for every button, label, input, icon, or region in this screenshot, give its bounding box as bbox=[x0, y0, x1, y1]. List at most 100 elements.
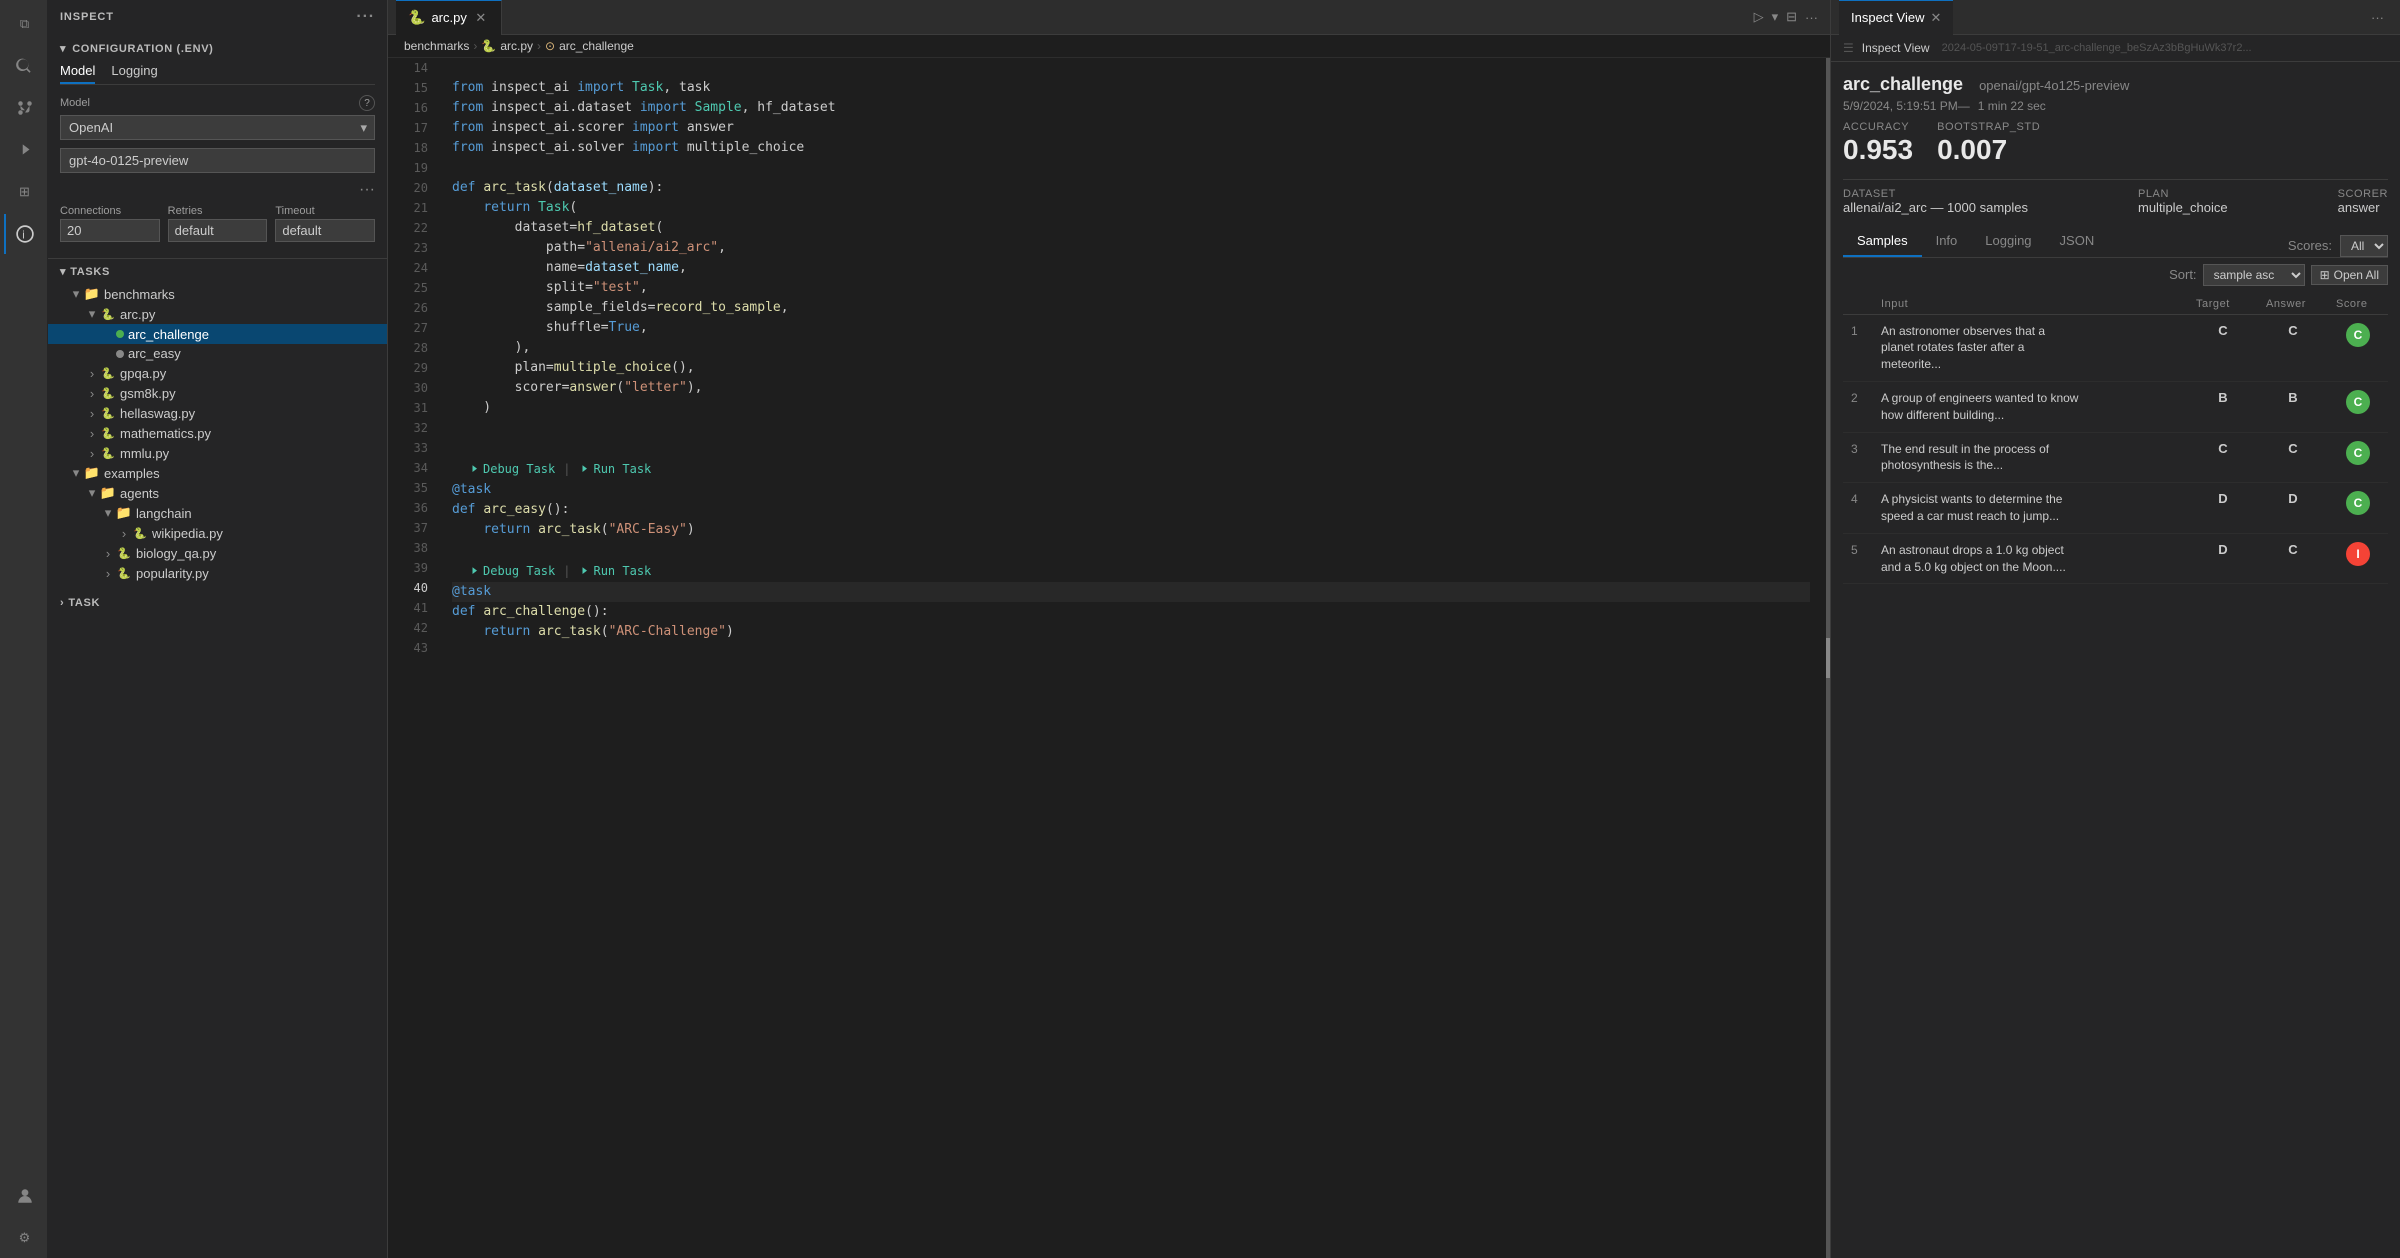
run-task-link[interactable]: Run Task bbox=[578, 460, 651, 478]
retries-input[interactable] bbox=[168, 219, 268, 242]
editor-area: 🐍 arc.py ✕ ▷ ▾ ⊟ ··· benchmarks › 🐍 arc.… bbox=[388, 0, 1830, 1258]
source-control-icon[interactable] bbox=[4, 88, 44, 128]
tree-item-examples[interactable]: ▾ 📁 examples bbox=[48, 463, 387, 483]
ln-15: 15 bbox=[396, 78, 428, 98]
tree-item-biology[interactable]: › 🐍 biology_qa.py bbox=[48, 543, 387, 563]
code-line-40: @task bbox=[452, 582, 1810, 602]
hamburger-icon[interactable]: ☰ bbox=[1843, 41, 1854, 55]
task-section-header[interactable]: › TASK bbox=[48, 591, 387, 615]
connections-input[interactable] bbox=[60, 219, 160, 242]
eval-name: arc_challenge bbox=[1843, 74, 1963, 95]
file-expand-icon: ▾ bbox=[84, 306, 100, 322]
run-task-icon[interactable]: ▷ bbox=[363, 326, 379, 342]
row-num: 5 bbox=[1851, 543, 1858, 557]
breadcrumb-arc-py[interactable]: arc.py bbox=[500, 39, 533, 53]
model-help-icon[interactable]: ? bbox=[359, 95, 375, 111]
inspect-active-icon[interactable]: i bbox=[4, 214, 44, 254]
line-numbers: 14 15 16 17 18 19 20 21 22 23 24 25 26 2… bbox=[388, 58, 436, 1258]
split-editor-icon[interactable]: ⊟ bbox=[1782, 7, 1801, 27]
scores-row: Scores: All bbox=[2288, 235, 2388, 257]
extensions-icon[interactable]: ⊞ bbox=[4, 172, 44, 212]
code-lines[interactable]: from inspect_ai import Task, task from i… bbox=[436, 58, 1826, 1258]
sample-target: D bbox=[2188, 483, 2258, 534]
ln-23: 23 bbox=[396, 238, 428, 258]
breadcrumb-arc-challenge[interactable]: arc_challenge bbox=[559, 39, 634, 53]
tree-item-benchmarks[interactable]: ▾ 📁 benchmarks bbox=[48, 284, 387, 304]
sub-tab-logging[interactable]: Logging bbox=[1971, 227, 2045, 257]
tasks-header[interactable]: ▾ TASKS bbox=[48, 259, 387, 284]
score-badge: C bbox=[2346, 441, 2370, 465]
tab-model[interactable]: Model bbox=[60, 63, 95, 84]
code-line-24: name=dataset_name, bbox=[452, 258, 1810, 278]
user-icon[interactable] bbox=[4, 1176, 44, 1216]
configure-icon[interactable]: ⚙ bbox=[343, 326, 359, 342]
inspect-view-tab[interactable]: Inspect View ✕ bbox=[1839, 0, 1953, 35]
tree-item-agents[interactable]: ▾ 📁 agents bbox=[48, 483, 387, 503]
sample-target: D bbox=[2188, 533, 2258, 584]
run-debug-icon[interactable] bbox=[4, 130, 44, 170]
tree-item-hellaswag[interactable]: › 🐍 hellaswag.py bbox=[48, 403, 387, 423]
ln-27: 27 bbox=[396, 318, 428, 338]
timeout-input[interactable] bbox=[275, 219, 375, 242]
table-row[interactable]: 2 A group of engineers wanted to know ho… bbox=[1843, 381, 2388, 432]
tree-item-gsm8k[interactable]: › 🐍 gsm8k.py bbox=[48, 383, 387, 403]
inspect-tab-close-icon[interactable]: ✕ bbox=[1930, 10, 1941, 26]
search-icon[interactable] bbox=[4, 46, 44, 86]
gpqa-file-icon: 🐍 bbox=[100, 365, 116, 381]
sub-tab-json[interactable]: JSON bbox=[2046, 227, 2109, 257]
tree-label-gsm8k: gsm8k.py bbox=[120, 386, 176, 401]
table-row[interactable]: 1 An astronomer observes that a planet r… bbox=[1843, 314, 2388, 381]
sidebar-more-icon[interactable]: ··· bbox=[356, 8, 375, 26]
sub-tab-info[interactable]: Info bbox=[1922, 227, 1972, 257]
tree-item-mathematics[interactable]: › 🐍 mathematics.py bbox=[48, 423, 387, 443]
debug-task-link[interactable]: Debug Task bbox=[468, 460, 555, 478]
model-select[interactable]: OpenAI bbox=[60, 115, 375, 140]
tree-item-gpqa[interactable]: › 🐍 gpqa.py bbox=[48, 363, 387, 383]
run-button[interactable]: ▷ bbox=[1750, 7, 1768, 27]
tree-item-mmlu[interactable]: › 🐍 mmlu.py bbox=[48, 443, 387, 463]
code-line-26: sample_fields=record_to_sample, bbox=[452, 298, 1810, 318]
ln-26: 26 bbox=[396, 298, 428, 318]
table-row[interactable]: 3 The end result in the process of photo… bbox=[1843, 432, 2388, 483]
tree-item-popularity[interactable]: › 🐍 popularity.py bbox=[48, 563, 387, 583]
inspect-tab-label: Inspect View bbox=[1851, 10, 1924, 25]
debug-task-link2[interactable]: Debug Task bbox=[468, 562, 555, 580]
breadcrumb-benchmarks[interactable]: benchmarks bbox=[404, 39, 469, 53]
table-row[interactable]: 4 A physicist wants to determine the spe… bbox=[1843, 483, 2388, 534]
code-line-25: split="test", bbox=[452, 278, 1810, 298]
model-options-icon[interactable]: ··· bbox=[359, 181, 375, 199]
editor-tab-arc-py[interactable]: 🐍 arc.py ✕ bbox=[396, 0, 502, 35]
tasks-title: TASKS bbox=[70, 266, 110, 278]
open-all-button[interactable]: ⊞ Open All bbox=[2311, 265, 2388, 285]
eval-duration: 1 min 22 sec bbox=[1978, 99, 2046, 113]
ln-25: 25 bbox=[396, 278, 428, 298]
scores-select[interactable]: All bbox=[2340, 235, 2388, 257]
explorer-icon[interactable]: ⧉ bbox=[4, 4, 44, 44]
tree-item-arc-py[interactable]: ▾ 🐍 arc.py bbox=[48, 304, 387, 324]
table-row[interactable]: 5 An astronaut drops a 1.0 kg object and… bbox=[1843, 533, 2388, 584]
accuracy-value: 0.953 bbox=[1843, 133, 1913, 167]
tree-item-arc-easy[interactable]: arc_easy bbox=[48, 344, 387, 363]
code-line-23: path="allenai/ai2_arc", bbox=[452, 238, 1810, 258]
run-task-link2[interactable]: Run Task bbox=[578, 562, 651, 580]
tree-label-gpqa: gpqa.py bbox=[120, 366, 166, 381]
sub-tab-samples[interactable]: Samples bbox=[1843, 227, 1922, 257]
more-actions-icon[interactable]: ··· bbox=[1801, 8, 1822, 27]
tree-label-benchmarks: benchmarks bbox=[104, 287, 175, 302]
tree-item-langchain[interactable]: ▾ 📁 langchain bbox=[48, 503, 387, 523]
tree-item-wikipedia[interactable]: › 🐍 wikipedia.py bbox=[48, 523, 387, 543]
tab-logging[interactable]: Logging bbox=[111, 63, 157, 84]
sort-select[interactable]: sample asc sample desc bbox=[2203, 264, 2305, 286]
tree-label-mmlu: mmlu.py bbox=[120, 446, 169, 461]
model-input[interactable] bbox=[60, 148, 375, 173]
settings-icon[interactable]: ⚙ bbox=[4, 1218, 44, 1258]
tree-label-langchain: langchain bbox=[136, 506, 192, 521]
tree-item-arc-challenge[interactable]: arc_challenge ⚙ ▷ bbox=[48, 324, 387, 344]
run-dropdown-icon[interactable]: ▾ bbox=[1768, 7, 1783, 27]
ln-30: 30 bbox=[396, 378, 428, 398]
config-header[interactable]: ▾ CONFIGURATION (.ENV) bbox=[60, 42, 375, 55]
inspect-more-icon[interactable]: ··· bbox=[2363, 10, 2392, 25]
minimap-indicator[interactable] bbox=[1826, 58, 1830, 1258]
eval-title-row: arc_challenge openai/gpt-4o125-preview bbox=[1843, 74, 2388, 95]
tab-close-icon[interactable]: ✕ bbox=[473, 10, 489, 26]
